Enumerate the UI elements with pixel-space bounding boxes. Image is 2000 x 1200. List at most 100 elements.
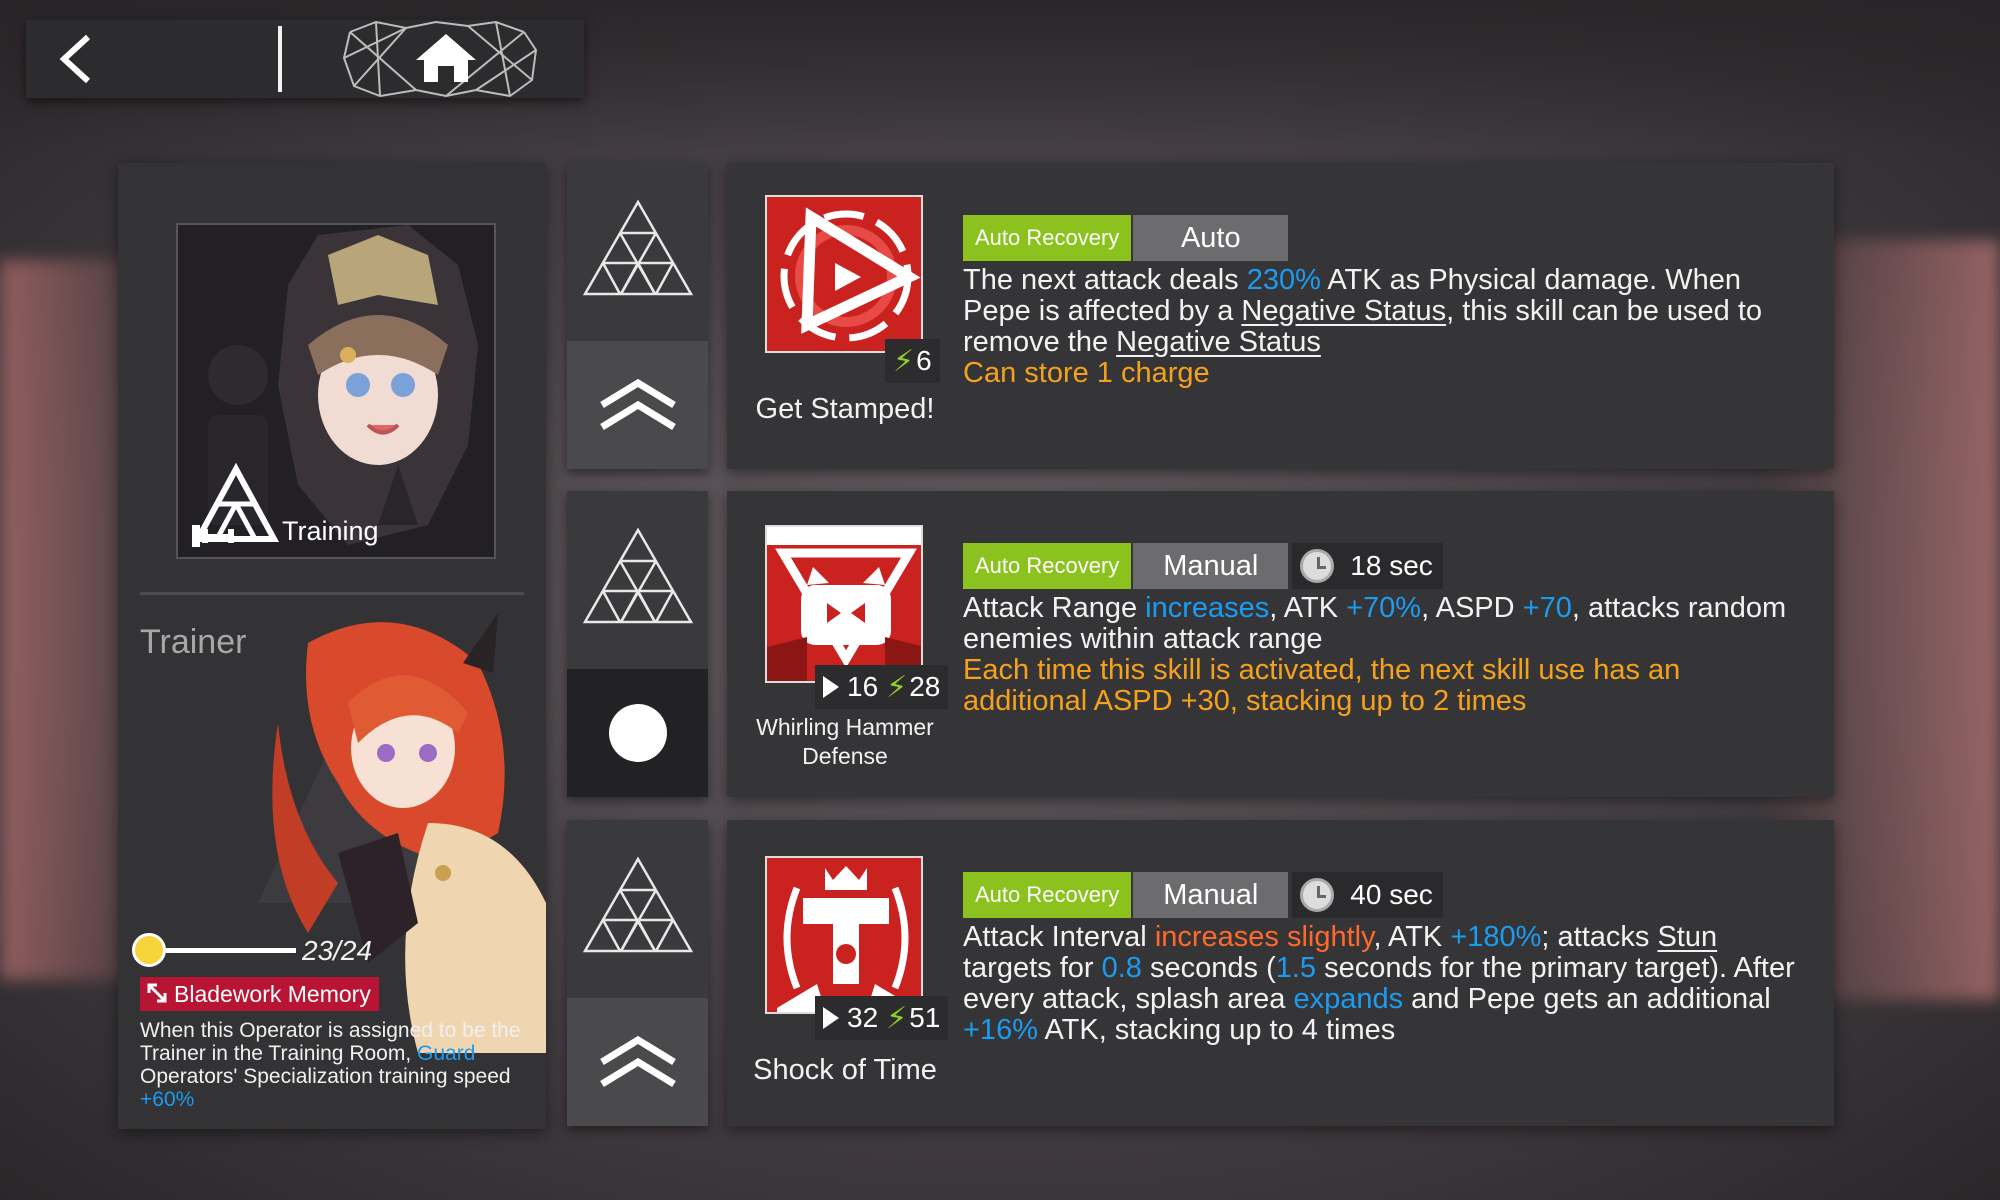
lightning-icon: ⚡ [886,1001,908,1035]
triangle-grid-icon [582,856,693,953]
home-icon [416,34,476,82]
skill-3-desc-primary-duration: 1.5 [1275,952,1317,984]
skill-2-initial-sp: 16 [847,671,879,702]
skill-2-selected[interactable] [567,669,708,797]
skill-2-desc-aspd: +70 [1522,592,1572,624]
skill-3-initial-sp: 32 [847,1002,879,1033]
skill-3-panel[interactable]: 32 ⚡ 51 Shock of Time Auto Recovery Manual… [727,820,1834,1126]
home-button[interactable] [336,20,556,98]
skill-3-duration-tag: 40 sec [1292,872,1443,918]
play-icon [823,676,839,698]
crowned-hammer-icon [767,858,921,1012]
skill-1-mastery[interactable] [567,163,708,333]
skill-2-activation-tag: Manual [1133,543,1289,589]
back-button[interactable] [26,20,254,98]
skill-3-recovery-tag: Auto Recovery [963,872,1132,918]
skill-3-upgrade[interactable] [567,998,708,1126]
skill-1-upgrade[interactable] [567,341,708,469]
operator-portrait[interactable]: Training [176,223,496,559]
skill-3-desc-text-5: seconds ( [1141,952,1276,984]
skill-3-duration: 40 sec [1350,879,1433,910]
skill-2-note: Each time this skill is activated, the n… [963,654,1681,717]
skill-1-sp-tag: ⚡ 6 [885,339,940,383]
skill-3-tags: Auto Recovery Manual 40 sec [963,872,1443,918]
lightning-icon: ⚡ [893,344,915,378]
skill-3-desc-text-7: and Pepe gets an additional [1403,983,1771,1015]
skill-1-panel[interactable]: ⚡ 6 Get Stamped! Auto Recovery Auto The n… [727,163,1834,469]
skill-2-desc-text: Attack Range [963,592,1146,624]
stamp-triangle-icon [767,197,921,351]
skill-3-desc-expands: expands [1293,983,1404,1015]
skill-3-desc-text-2: , ATK [1373,921,1451,953]
clock-icon [1300,549,1335,583]
memory-badge: Bladework Memory [140,977,379,1011]
trainer-desc-guard: Guard [417,1042,476,1065]
skill-1-sp-cost: 6 [916,345,932,376]
skill-3-name: Shock of Time [753,1054,937,1086]
nav-divider [278,26,282,92]
skill-3-activation-tag: Manual [1133,872,1289,918]
skill-2-desc-text-3: , ASPD [1421,592,1523,624]
trainer-progress: 23/24 [132,931,432,971]
skill-3-sp-tag: 32 ⚡ 51 [815,996,949,1040]
panel-divider [140,592,524,595]
skill-3-desc-text: Attack Interval [963,921,1155,953]
trainer-description: When this Operator is assigned to be the… [140,1019,532,1111]
double-chevron-up-icon [599,1036,676,1087]
play-icon [823,1007,839,1029]
memory-name: Bladework Memory [174,981,371,1007]
skill-2-description: Attack Range increases, ATK +70%, ASPD +… [963,593,1803,717]
skill-1-activation-tag: Auto [1133,215,1289,261]
skill-2-panel[interactable]: 16 ⚡ 28 Whirling Hammer Defense Auto Recov… [727,491,1834,797]
double-chevron-up-icon [599,379,676,430]
skill-3-mastery[interactable] [567,820,708,990]
skill-2-desc-atk: +70% [1346,592,1422,624]
operator-panel: Training Trainer 23/24 Bladework Memory … [118,163,546,1129]
progress-track [166,948,296,953]
skill-3-selector-column [567,820,708,1126]
skill-1-negative-status-link-2[interactable]: Negative Status [1116,326,1321,358]
skill-3-sp-cost: 51 [909,1002,941,1033]
skill-3-desc-atk: +180% [1450,921,1542,953]
skill-3-desc-interval: increases slightly [1154,921,1374,953]
skill-3-description: Attack Interval increases slightly, ATK … [963,922,1803,1046]
skill-3-desc-stun-duration: 0.8 [1101,952,1142,984]
skill-2-tags: Auto Recovery Manual 18 sec [963,543,1443,589]
skill-2-mastery[interactable] [567,491,708,661]
chevron-left-icon [59,34,91,84]
skill-3-desc-text-8: ATK, stacking up to 4 times [1037,1014,1396,1046]
progress-text: 23/24 [302,935,373,966]
hammer-mask-icon [767,527,921,681]
skill-3-desc-text-4: targets for [963,952,1102,984]
skill-2-duration: 18 sec [1350,550,1433,581]
trainer-desc-text-2: Operators' Specialization training speed [140,1065,511,1088]
skill-2-duration-tag: 18 sec [1292,543,1443,589]
skill-2-name: Whirling Hammer Defense [756,714,934,769]
skill-3-desc-bonus: +16% [963,1014,1038,1046]
triangle-grid-icon [582,199,693,296]
skill-1-tags: Auto Recovery Auto [963,215,1289,261]
skill-2-icon [765,525,923,683]
skill-3-stun-link[interactable]: Stun [1657,921,1717,953]
portrait-label: Training [282,516,379,546]
skill-1-negative-status-link[interactable]: Negative Status [1241,295,1446,327]
skill-1-note: Can store 1 charge [963,357,1210,389]
skill-1-desc-value: 230% [1246,264,1321,296]
skill-1-recovery-tag: Auto Recovery [963,215,1132,261]
skill-1-desc-text: The next attack deals [963,264,1247,296]
clock-icon [1300,878,1335,912]
skill-2-sp-tag: 16 ⚡ 28 [815,665,949,709]
skill-2-recovery-tag: Auto Recovery [963,543,1132,589]
skill-1-description: The next attack deals 230% ATK as Physic… [963,265,1803,389]
skill-2-selector-column [567,491,708,797]
trainer-title: Trainer [140,623,247,661]
skill-2-desc-increases: increases [1145,592,1270,624]
skill-3-icon [765,856,923,1014]
skill-1-name: Get Stamped! [755,393,935,425]
circle-icon [608,704,667,762]
triangle-grid-icon [582,527,693,624]
skill-3-desc-text-3: ; attacks [1541,921,1658,953]
smiley-icon [132,933,166,967]
skill-2-sp-cost: 28 [909,671,941,702]
lightning-icon: ⚡ [886,670,908,704]
